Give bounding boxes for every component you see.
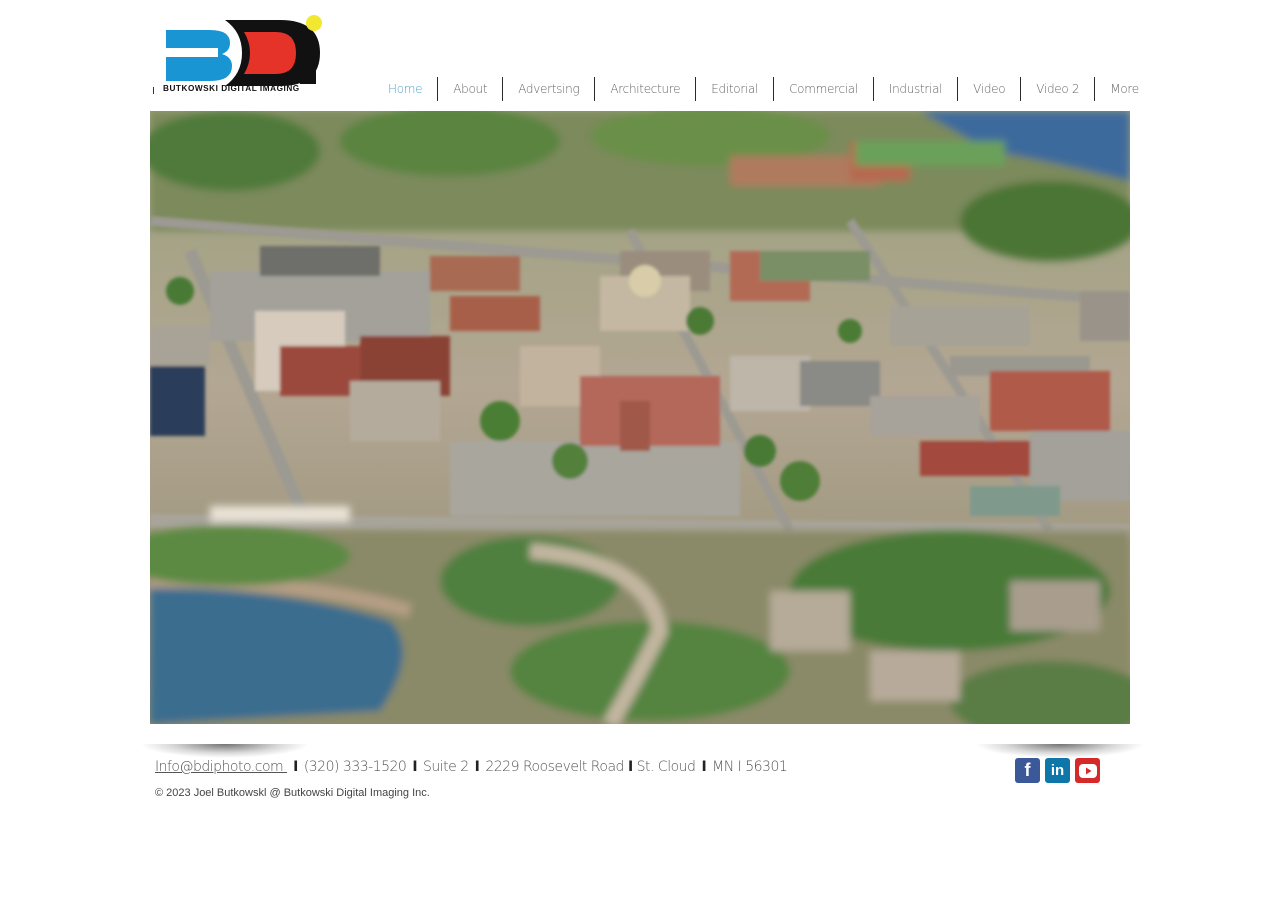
nav-item-video[interactable]: Video — [958, 77, 1020, 101]
contact-separator: I — [627, 759, 633, 775]
hero-aerial-city-photo — [150, 111, 1130, 724]
contact-info: Info@bdiphoto.com I (320) 333-1520 I Suite … — [155, 759, 788, 779]
nav-item-home[interactable]: Home — [373, 77, 437, 101]
nav-item-editorial[interactable]: Editorial — [696, 77, 773, 101]
nav-item-advertising[interactable]: Advertsing — [503, 77, 594, 101]
state-zip: MN I 56301 — [712, 759, 788, 775]
contact-separator: I — [701, 759, 707, 775]
nav-item-industrial[interactable]: Industrial — [874, 77, 957, 101]
nav-item-about[interactable]: About — [438, 77, 502, 101]
email-link[interactable]: Info@bdiphoto.com — [155, 759, 287, 775]
logo[interactable]: BUTKOWSKI DIGITAL IMAGING — [150, 10, 330, 100]
youtube-play-glyph — [1078, 763, 1097, 778]
contact-separator: I — [474, 759, 480, 775]
nav-item-commercial[interactable]: Commercial — [774, 77, 873, 101]
linkedin-icon[interactable]: in — [1045, 758, 1070, 783]
nav-item-video-2[interactable]: Video 2 — [1021, 77, 1094, 101]
aerial-city-illustration — [150, 111, 1130, 724]
street-address: 2229 Roosevelt Road — [485, 759, 624, 775]
footer-shadow-left — [140, 744, 310, 758]
contact-separator: I — [293, 759, 298, 775]
facebook-icon[interactable]: f — [1015, 758, 1040, 783]
youtube-icon[interactable] — [1075, 758, 1100, 783]
contact-separator: I — [412, 759, 418, 775]
phone-number: (320) 333-1520 — [303, 759, 407, 775]
footer-shadow-right — [975, 744, 1145, 758]
social-links: f in — [1015, 758, 1100, 783]
logo-company-name: BUTKOWSKI DIGITAL IMAGING — [163, 84, 300, 93]
suite-number: Suite 2 — [423, 759, 469, 775]
city: St. Cloud — [636, 759, 696, 775]
nav-item-architecture[interactable]: Architecture — [595, 77, 695, 101]
nav-item-more[interactable]: More — [1095, 77, 1154, 101]
copyright-notice: © 2023 Joel Butkowskl @ Butkowski Digita… — [155, 787, 430, 799]
main-nav: Home About Advertsing Architecture Edito… — [373, 77, 1154, 101]
